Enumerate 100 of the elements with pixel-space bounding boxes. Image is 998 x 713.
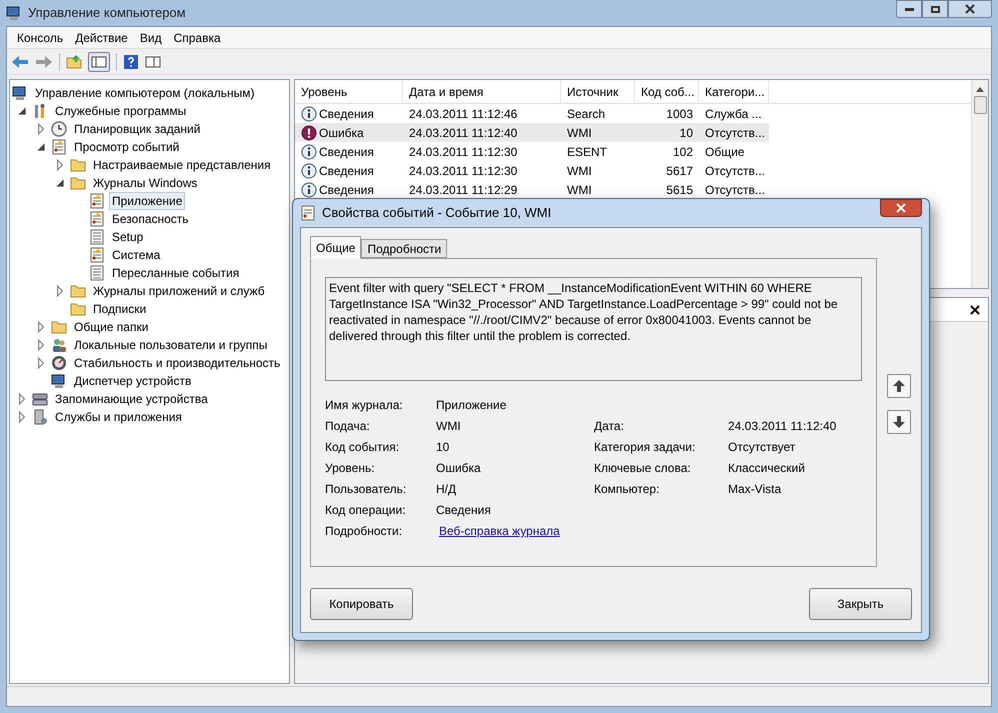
table-cell-text: 102 <box>672 144 694 160</box>
folder-up-icon[interactable] <box>66 54 82 70</box>
collapse-arrow-icon[interactable] <box>54 177 66 189</box>
expand-arrow-icon[interactable] <box>35 321 47 333</box>
table-cell-text: 1003 <box>665 106 694 122</box>
table-row[interactable]: Сведения 24.03.2011 11:12:46 Search 1003 Служба ... <box>295 104 769 123</box>
tree-item[interactable]: Журналы приложений и служб <box>90 282 268 300</box>
list-icon <box>89 229 105 245</box>
field-value: Приложение <box>436 397 508 413</box>
expand-arrow-icon[interactable] <box>16 393 28 405</box>
table-cell-text: Служба ... <box>704 106 763 122</box>
menu-item[interactable]: Справка <box>168 28 227 46</box>
tree-item[interactable]: Система <box>109 246 164 264</box>
storage-icon <box>32 391 48 407</box>
table-row[interactable]: Сведения 24.03.2011 11:12:29 WMI 5615 Отсутств... <box>295 180 769 199</box>
expand-arrow-icon[interactable] <box>16 411 28 423</box>
tree-item[interactable]: Запоминающие устройства <box>52 390 211 408</box>
tree-item[interactable]: Setup <box>109 228 146 246</box>
log-icon <box>89 193 105 209</box>
tree-item[interactable]: Служебные программы <box>52 102 190 120</box>
menu-item[interactable]: Вид <box>134 28 168 46</box>
tree-item[interactable]: Управление компьютером (локальным) <box>32 84 258 102</box>
tree-item[interactable]: Локальные пользователи и группы <box>71 336 270 354</box>
tree-item[interactable]: Безопасность <box>109 210 192 228</box>
tree-item[interactable]: Приложение <box>109 192 186 210</box>
table-cell-text: 5617 <box>665 162 694 180</box>
previous-event-button[interactable] <box>887 374 911 398</box>
next-event-button[interactable] <box>887 410 911 434</box>
tree-item[interactable]: Стабильность и производительность <box>71 354 284 372</box>
tree-item[interactable]: Настраиваемые представления <box>90 156 274 174</box>
column-header[interactable]: Дата и время <box>403 80 561 103</box>
pane-toggle-icon[interactable] <box>88 52 110 72</box>
field-value: Ошибка <box>436 460 482 476</box>
table-cell-text: 10 <box>678 124 694 142</box>
action-pane-icon[interactable] <box>145 54 161 70</box>
tree-item[interactable]: Службы и приложения <box>52 408 185 426</box>
field-label: Имя журнала: <box>325 397 404 413</box>
tree-item[interactable]: Подписки <box>90 300 150 318</box>
info-icon <box>301 182 317 198</box>
help-link[interactable]: Веб-справка журнала <box>436 523 594 539</box>
close-button[interactable] <box>948 0 992 18</box>
expand-arrow-icon[interactable] <box>54 285 66 297</box>
table-cell-text: 24.03.2011 11:12:46 <box>408 106 518 122</box>
table-cell-text: Сведения <box>319 182 374 198</box>
field-value: Отсутствует <box>728 439 796 455</box>
table-cell-text: 24.03.2011 11:12:30 <box>408 162 518 180</box>
column-header[interactable]: Код соб... <box>635 80 699 103</box>
field-value: Сведения <box>436 502 492 518</box>
table-cell-text: 24.03.2011 11:12:40 <box>408 124 518 142</box>
info-icon <box>301 144 317 160</box>
column-header[interactable]: Категори... <box>699 80 769 103</box>
table-cell-text: Сведения <box>319 162 374 180</box>
field-label: Код операции: <box>325 502 407 518</box>
table-cell-text: Сведения <box>319 106 374 122</box>
field-value: 10 <box>436 439 450 455</box>
close-dialog-button[interactable]: Закрыть <box>809 588 912 620</box>
field-label: Подача: <box>325 418 371 434</box>
gauge-icon <box>51 355 67 371</box>
column-header[interactable]: Уровень <box>295 80 403 103</box>
copy-button[interactable]: Копировать <box>310 588 413 620</box>
tree-item[interactable]: Общие папки <box>71 318 152 336</box>
table-cell-text: Отсутств... <box>704 182 766 198</box>
field-value: WMI <box>436 418 462 434</box>
close-button[interactable] <box>880 199 922 217</box>
field-label: Код события: <box>325 439 400 455</box>
minimize-button[interactable] <box>896 0 922 18</box>
table-row[interactable]: Сведения 24.03.2011 11:12:30 ESENT 102 Общие <box>295 142 769 161</box>
menu-item[interactable]: Консоль <box>11 28 70 46</box>
field-value: Max-Vista <box>728 481 782 497</box>
close-icon[interactable] <box>970 304 980 314</box>
tab[interactable]: Подробности <box>361 239 448 258</box>
expand-arrow-icon[interactable] <box>54 159 66 171</box>
tree-item[interactable]: Пересланные события <box>109 264 242 282</box>
table-row[interactable]: Сведения 24.03.2011 11:12:30 WMI 5617 Отсутств... <box>295 161 769 180</box>
tree-item[interactable]: Планировщик заданий <box>71 120 204 138</box>
table-cell-text: Общие <box>704 144 746 160</box>
expand-arrow-icon[interactable] <box>35 123 47 135</box>
collapse-arrow-icon[interactable] <box>16 105 28 117</box>
scrollbar[interactable] <box>971 80 988 288</box>
field-value: Н/Д <box>436 481 458 497</box>
expand-arrow-icon[interactable] <box>35 357 47 369</box>
tree-item[interactable]: Журналы Windows <box>90 174 200 192</box>
field-label: Дата: <box>594 418 625 434</box>
help-icon[interactable] <box>123 54 139 70</box>
info-icon <box>301 162 317 178</box>
tab[interactable]: Общие <box>310 236 362 259</box>
field-label: Пользователь: <box>325 481 408 497</box>
menu-item[interactable]: Действие <box>69 28 134 46</box>
expand-arrow-icon[interactable] <box>35 339 47 351</box>
folder-icon <box>70 283 86 299</box>
tree-item[interactable]: Диспетчер устройств <box>71 372 194 390</box>
tree-item[interactable]: Просмотр событий <box>71 138 182 156</box>
back-arrow-icon[interactable] <box>11 54 29 68</box>
column-header[interactable]: Источник <box>561 80 635 103</box>
maximize-button[interactable] <box>922 0 948 18</box>
close-icon <box>965 4 975 14</box>
table-row[interactable]: Ошибка 24.03.2011 11:12:40 WMI 10 Отсутств... <box>295 123 769 142</box>
collapse-arrow-icon[interactable] <box>35 141 47 153</box>
scroll-up-icon[interactable] <box>976 86 984 92</box>
scroll-thumb[interactable] <box>974 96 986 114</box>
